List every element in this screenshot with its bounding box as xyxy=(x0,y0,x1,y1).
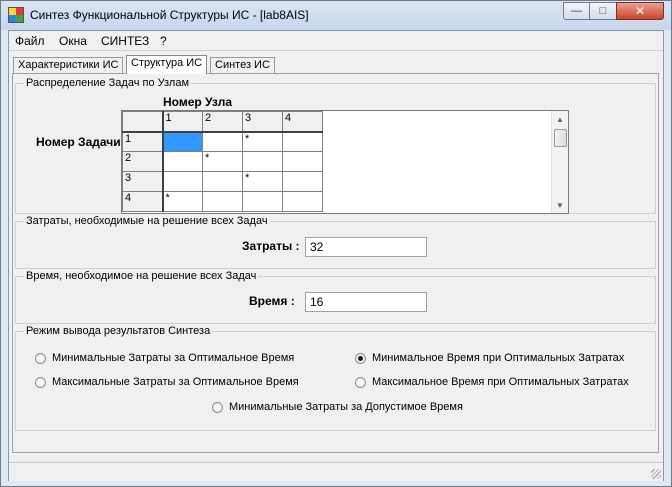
time-group: Время, необходимое на решение всех Задач… xyxy=(15,270,656,324)
radio-label: Минимальные Затраты за Оптимальное Время xyxy=(52,352,295,364)
distribution-legend: Распределение Задач по Узлам xyxy=(24,77,192,89)
node-number-label: Номер Узла xyxy=(163,95,233,109)
menu-help[interactable]: ? xyxy=(160,34,167,48)
grid-cell[interactable] xyxy=(162,151,203,172)
grid-cell[interactable] xyxy=(202,131,243,152)
menu-file[interactable]: Файл xyxy=(15,34,45,48)
row-header[interactable]: 2 xyxy=(122,151,164,172)
grid-cell[interactable] xyxy=(282,131,323,152)
grid-cell[interactable] xyxy=(242,191,283,212)
window-title: Синтез Функциональной Структуры ИС - [la… xyxy=(30,8,309,22)
radio-icon xyxy=(355,376,366,388)
radio-label: Максимальные Затраты за Оптимальное Врем… xyxy=(52,376,299,388)
radio-max-cost-opt-time[interactable]: Максимальные Затраты за Оптимальное Врем… xyxy=(35,376,299,388)
scroll-up-icon[interactable]: ▲ xyxy=(552,111,568,127)
maximize-button[interactable]: □ xyxy=(589,2,617,20)
distribution-group: Распределение Задач по Узлам Номер Узла … xyxy=(15,77,656,214)
radio-icon xyxy=(35,352,46,364)
row-header[interactable]: 4 xyxy=(122,191,164,212)
grid-cell[interactable]: * xyxy=(202,151,243,172)
client-area: Файл Окна СИНТЕЗ ? Характеристики ИС Стр… xyxy=(8,30,664,481)
time-label: Время : xyxy=(249,294,295,308)
time-legend: Время, необходимое на решение всех Задач xyxy=(24,270,259,282)
grid-cell[interactable] xyxy=(282,151,323,172)
resize-grip-icon[interactable] xyxy=(651,469,661,479)
grid-cell[interactable] xyxy=(242,151,283,172)
grid-cell[interactable] xyxy=(202,171,243,192)
radio-min-cost-opt-time[interactable]: Минимальные Затраты за Оптимальное Время xyxy=(35,352,294,364)
row-header[interactable]: 1 xyxy=(122,131,164,152)
grid-cell[interactable] xyxy=(282,171,323,192)
col-header[interactable]: 4 xyxy=(282,111,323,133)
radio-min-time-opt-cost[interactable]: Минимальное Время при Оптимальных Затрат… xyxy=(355,352,624,364)
radio-min-cost-allowed-time[interactable]: Минимальные Затраты за Допустимое Время xyxy=(212,401,463,413)
mode-legend: Режим вывода результатов Синтеза xyxy=(24,325,213,337)
radio-label: Минимальное Время при Оптимальных Затрат… xyxy=(372,352,625,364)
costs-legend: Затраты, необходимые на решение всех Зад… xyxy=(24,215,270,227)
costs-group: Затраты, необходимые на решение всех Зад… xyxy=(15,215,656,269)
radio-label: Максимальное Время при Оптимальных Затра… xyxy=(372,376,629,388)
radio-max-time-opt-cost[interactable]: Максимальное Время при Оптимальных Затра… xyxy=(355,376,629,388)
tab-structure[interactable]: Структура ИС xyxy=(126,55,208,74)
app-icon[interactable] xyxy=(8,7,24,23)
grid-cell[interactable]: * xyxy=(242,131,283,152)
grid-cell[interactable] xyxy=(162,131,203,152)
status-bar xyxy=(9,462,663,481)
time-field[interactable]: 16 xyxy=(305,292,427,312)
costs-field[interactable]: 32 xyxy=(305,237,427,257)
scroll-down-icon[interactable]: ▼ xyxy=(552,197,568,213)
col-header[interactable]: 3 xyxy=(242,111,283,133)
distribution-table: 1 2 3 4 1 * 2 * 3 * 4 * xyxy=(122,111,323,212)
grid-corner xyxy=(122,111,164,133)
col-header[interactable]: 1 xyxy=(162,111,203,133)
close-icon: ✕ xyxy=(634,4,646,18)
grid-cell[interactable] xyxy=(162,171,203,192)
menu-synthesis[interactable]: СИНТЕЗ xyxy=(101,34,149,48)
task-number-label: Номер Задачи xyxy=(36,135,121,149)
grid-cell[interactable] xyxy=(202,191,243,212)
grid-cell[interactable]: * xyxy=(242,171,283,192)
structure-panel: Распределение Задач по Узлам Номер Узла … xyxy=(12,73,659,453)
costs-label: Затраты : xyxy=(242,239,300,253)
tab-synthesis[interactable]: Синтез ИС xyxy=(210,57,275,73)
tab-characteristics[interactable]: Характеристики ИС xyxy=(13,57,124,73)
title-bar[interactable]: Синтез Функциональной Структуры ИС - [la… xyxy=(1,1,671,30)
minimize-button[interactable]: — xyxy=(563,2,590,20)
col-header[interactable]: 2 xyxy=(202,111,243,133)
maximize-icon: □ xyxy=(599,5,607,17)
mode-group: Режим вывода результатов Синтеза Минимал… xyxy=(15,325,656,431)
menu-windows[interactable]: Окна xyxy=(59,34,87,48)
radio-label: Минимальные Затраты за Допустимое Время xyxy=(229,401,463,413)
grid-scrollbar[interactable]: ▲ ▼ xyxy=(551,111,568,213)
menu-bar: Файл Окна СИНТЕЗ ? xyxy=(9,31,663,51)
main-window: Синтез Функциональной Структуры ИС - [la… xyxy=(0,0,672,487)
radio-checked-icon xyxy=(355,352,366,364)
minimize-icon: — xyxy=(571,5,582,17)
scroll-thumb[interactable] xyxy=(554,129,567,147)
distribution-grid[interactable]: 1 2 3 4 1 * 2 * 3 * 4 * ▲ ▼ xyxy=(121,110,569,214)
row-header[interactable]: 3 xyxy=(122,171,164,192)
grid-cell[interactable]: * xyxy=(162,191,203,212)
radio-icon xyxy=(35,376,46,388)
grid-cell[interactable] xyxy=(282,191,323,212)
close-button[interactable]: ✕ xyxy=(616,2,664,20)
radio-icon xyxy=(212,401,223,413)
